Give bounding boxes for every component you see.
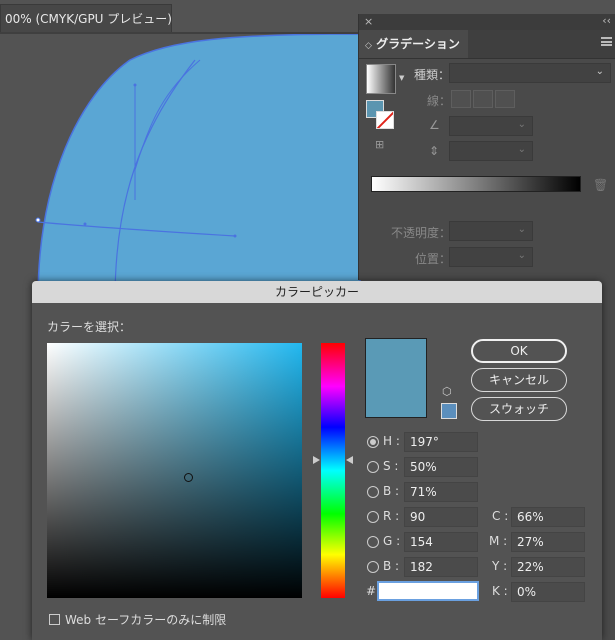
c-input[interactable]: 66% — [511, 507, 585, 527]
stroke-along-button[interactable] — [473, 90, 493, 108]
b-input[interactable]: 71% — [404, 482, 478, 502]
hue-slider-right-arrow-icon[interactable] — [346, 456, 353, 464]
gradient-panel: × ‹‹ ◇ グラデーション ▼ ⊞ 種類： ⌄ 線： ∠ ⌄ ⇕ ⌄ 🗑 不透… — [358, 14, 615, 280]
panel-dock-strip — [600, 280, 615, 640]
color-field[interactable] — [47, 343, 302, 598]
blue-input[interactable]: 182 — [404, 557, 478, 577]
tab-strip — [0, 32, 360, 34]
tab-gradient[interactable]: ◇ グラデーション — [359, 30, 468, 58]
gradient-presets-arrow-icon[interactable]: ▼ — [399, 74, 404, 82]
stroke-within-button[interactable] — [451, 90, 471, 108]
type-dropdown[interactable]: ⌄ — [449, 63, 611, 83]
chevron-down-icon: ⌄ — [517, 119, 526, 130]
tab-gradient-label: グラデーション — [376, 37, 460, 51]
k-input[interactable]: 0% — [511, 582, 585, 602]
ok-button[interactable]: OK — [471, 339, 567, 363]
trash-icon[interactable]: 🗑 — [593, 178, 608, 192]
s-radio[interactable] — [367, 461, 379, 473]
blue-radio[interactable] — [367, 561, 379, 573]
hue-slider[interactable] — [321, 343, 345, 598]
panel-menu-icon[interactable] — [601, 37, 612, 46]
panel-tabbar: ◇ グラデーション — [359, 30, 615, 59]
cancel-button[interactable]: キャンセル — [471, 368, 567, 392]
position-label: 位置： — [415, 252, 452, 266]
gradient-slider[interactable] — [371, 176, 581, 192]
cube-icon: ⬡ — [442, 385, 452, 398]
r-input[interactable]: 90 — [404, 507, 478, 527]
stroke-label: 線： — [427, 94, 452, 108]
web-color-swatch[interactable] — [441, 403, 457, 419]
tab-arrows-icon: ◇ — [365, 41, 372, 51]
opacity-dropdown[interactable]: ⌄ — [449, 221, 533, 241]
b-radio[interactable] — [367, 486, 379, 498]
panel-titlebar: × ‹‹ — [359, 14, 615, 30]
k-label: K : — [492, 584, 508, 598]
h-input[interactable]: 197° — [404, 432, 478, 452]
dialog-title: カラーピッカー — [32, 281, 602, 303]
chevron-down-icon: ⌄ — [517, 224, 526, 235]
aspect-ratio-dropdown[interactable]: ⌄ — [449, 141, 533, 161]
chevron-down-icon: ⌄ — [517, 144, 526, 155]
stroke-none-icon[interactable] — [376, 111, 394, 129]
current-color-swatch — [365, 338, 427, 418]
aspect-ratio-icon: ⇕ — [429, 144, 440, 158]
document-tab[interactable]: 00% (CMYK/GPU プレビュー) — [0, 4, 172, 32]
y-input[interactable]: 22% — [511, 557, 585, 577]
stroke-across-button[interactable] — [495, 90, 515, 108]
m-input[interactable]: 27% — [511, 532, 585, 552]
b-label: B : — [383, 484, 400, 498]
blue-label: B : — [383, 559, 400, 573]
collapse-icon[interactable]: ‹‹ — [602, 14, 611, 27]
s-label: S : — [383, 459, 399, 473]
g-radio[interactable] — [367, 536, 379, 548]
g-input[interactable]: 154 — [404, 532, 478, 552]
angle-dropdown[interactable]: ⌄ — [449, 116, 533, 136]
hue-slider-left-arrow-icon[interactable] — [313, 456, 320, 464]
swatches-button[interactable]: スウォッチ — [471, 397, 567, 421]
type-label: 種類： — [414, 68, 451, 82]
hex-input[interactable] — [377, 581, 479, 601]
web-only-checkbox[interactable] — [49, 614, 60, 625]
angle-icon: ∠ — [429, 118, 440, 132]
web-only-label: Web セーフカラーのみに制限 — [65, 613, 227, 627]
h-label: H : — [383, 434, 400, 448]
color-field-marker[interactable] — [184, 473, 193, 482]
g-label: G : — [383, 534, 401, 548]
y-label: Y : — [492, 559, 508, 573]
select-color-label: カラーを選択： — [47, 320, 132, 334]
position-dropdown[interactable]: ⌄ — [449, 247, 533, 267]
opacity-label: 不透明度： — [391, 226, 452, 240]
color-picker-dialog: カラーピッカー カラーを選択： ⬡ OK キャンセル スウォッチ H : 197… — [32, 281, 602, 640]
reset-gradient-icon: ⊞ — [375, 138, 385, 151]
chevron-down-icon: ⌄ — [517, 250, 526, 261]
r-radio[interactable] — [367, 511, 379, 523]
m-label: M : — [489, 534, 508, 548]
c-label: C : — [492, 509, 509, 523]
hex-label: # — [366, 584, 377, 598]
h-radio[interactable] — [367, 436, 379, 448]
chevron-down-icon: ⌄ — [595, 66, 604, 77]
s-input[interactable]: 50% — [404, 457, 478, 477]
close-icon[interactable]: × — [364, 15, 373, 28]
r-label: R : — [383, 509, 400, 523]
gradient-thumbnail[interactable] — [366, 64, 396, 94]
